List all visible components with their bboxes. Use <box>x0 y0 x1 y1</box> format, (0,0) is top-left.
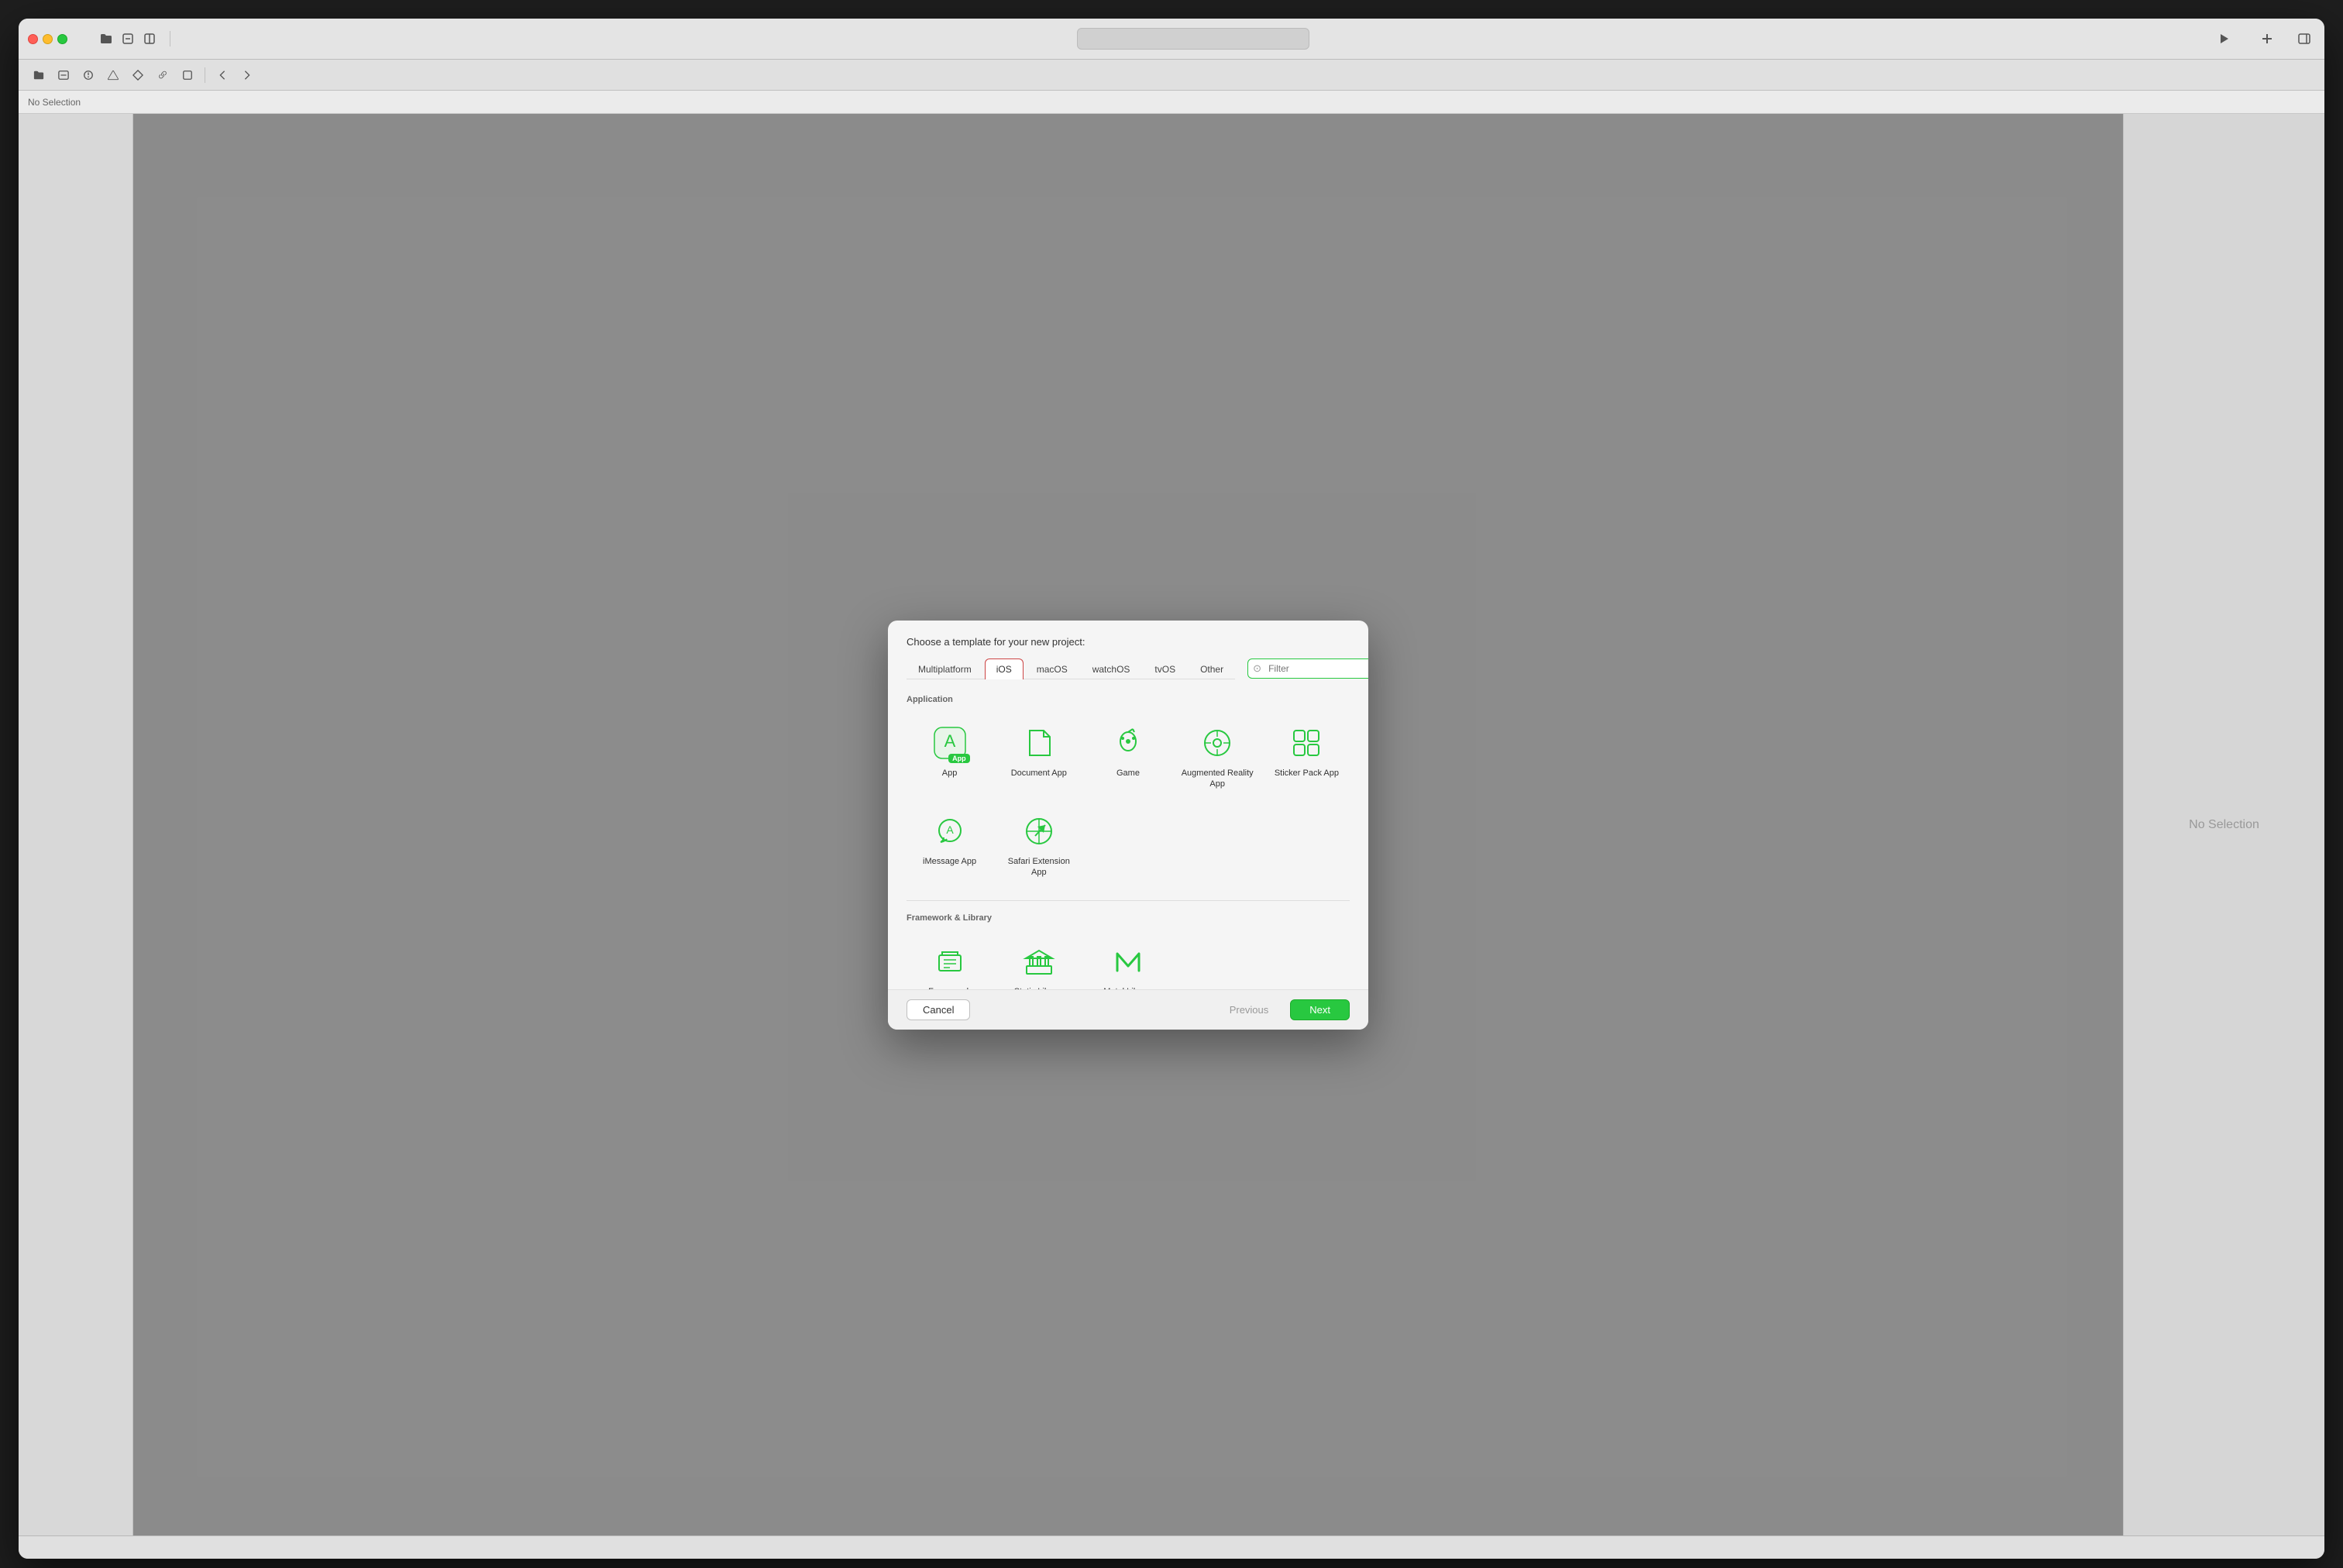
template-static-library-icon <box>1019 941 1059 982</box>
breadcrumb-text: No Selection <box>28 97 81 108</box>
template-document-app-icon <box>1019 723 1059 763</box>
warning-icon[interactable] <box>102 64 124 86</box>
next-button[interactable]: Next <box>1290 999 1350 1020</box>
template-static-library-label: Static Library <box>1014 986 1064 989</box>
app-badge: App <box>948 754 970 763</box>
tab-macos[interactable]: macOS <box>1025 658 1079 679</box>
filter-input[interactable] <box>1247 658 1368 679</box>
template-imessage-label: iMessage App <box>923 856 976 867</box>
minus-icon[interactable] <box>53 64 74 86</box>
template-safari-extension[interactable]: Safari Extension App <box>996 802 1082 888</box>
nav-back[interactable] <box>212 64 233 86</box>
close-tab-icon[interactable] <box>117 28 139 50</box>
add-button[interactable] <box>2256 28 2278 50</box>
nav-forward[interactable] <box>236 64 258 86</box>
template-imessage[interactable]: A iMessage App <box>907 802 993 888</box>
tab-ios[interactable]: iOS <box>985 658 1024 679</box>
square-icon[interactable] <box>177 64 198 86</box>
template-sticker-pack-label: Sticker Pack App <box>1275 768 1339 779</box>
tab-multiplatform[interactable]: Multiplatform <box>907 658 983 679</box>
left-sidebar <box>19 114 133 1535</box>
template-app-label: App <box>942 768 958 779</box>
minimize-button[interactable] <box>43 34 53 44</box>
template-metal-library-label: Metal Library <box>1103 986 1153 989</box>
svg-text:A: A <box>946 824 954 836</box>
template-ar-label: Augmented Reality App <box>1179 768 1256 790</box>
chain-icon[interactable] <box>152 64 174 86</box>
template-ar-icon <box>1197 723 1237 763</box>
application-section-title: Application <box>907 695 1350 704</box>
svg-text:A: A <box>944 731 955 751</box>
run-button[interactable] <box>2213 28 2235 50</box>
template-framework[interactable]: Framework <box>907 932 993 989</box>
modal-title: Choose a template for your new project: <box>907 636 1350 648</box>
framework-templates: Framework <box>907 932 1350 989</box>
modal-body: Application A <box>888 679 1368 989</box>
application-templates: A App App <box>907 714 1350 888</box>
template-framework-icon <box>930 941 970 982</box>
template-static-library[interactable]: Static Library <box>996 932 1082 989</box>
cancel-button[interactable]: Cancel <box>907 999 970 1020</box>
modal-header: Choose a template for your new project: … <box>888 621 1368 679</box>
toolbar-row2 <box>19 60 2324 91</box>
filter-search-icon: ⊙ <box>1253 662 1261 675</box>
inspector-no-selection: No Selection <box>2189 818 2259 832</box>
status-bar <box>19 1535 2324 1559</box>
breadcrumb: No Selection <box>19 91 2324 114</box>
folder-icon[interactable] <box>95 28 117 50</box>
new-project-modal: Choose a template for your new project: … <box>888 621 1368 1030</box>
tab-tvos[interactable]: tvOS <box>1143 658 1187 679</box>
template-sticker-pack[interactable]: Sticker Pack App <box>1264 714 1350 799</box>
template-safari-extension-icon <box>1019 811 1059 851</box>
template-safari-extension-label: Safari Extension App <box>1000 856 1077 879</box>
inspector-toggle[interactable] <box>2293 28 2315 50</box>
traffic-lights <box>28 34 67 44</box>
tab-watchos[interactable]: watchOS <box>1081 658 1142 679</box>
toolbar-right-icons <box>2256 28 2315 50</box>
template-sticker-pack-icon <box>1286 723 1326 763</box>
template-app[interactable]: A App App <box>907 714 993 799</box>
template-game-label: Game <box>1116 768 1140 779</box>
split-icon[interactable] <box>139 28 160 50</box>
previous-button[interactable]: Previous <box>1214 1000 1285 1020</box>
category-icon[interactable] <box>77 64 99 86</box>
close-button[interactable] <box>28 34 38 44</box>
section-divider <box>907 900 1350 901</box>
template-ar-app[interactable]: Augmented Reality App <box>1175 714 1261 799</box>
folder2-icon[interactable] <box>28 64 50 86</box>
template-app-icon: A App <box>930 723 970 763</box>
right-inspector: No Selection <box>2123 114 2324 1535</box>
template-document-app[interactable]: Document App <box>996 714 1082 799</box>
main-window: No Selection Choose a template for your … <box>19 19 2324 1559</box>
workspace: Choose a template for your new project: … <box>19 114 2324 1535</box>
modal-overlay: Choose a template for your new project: … <box>133 114 2123 1535</box>
main-content: Choose a template for your new project: … <box>133 114 2123 1535</box>
tab-other[interactable]: Other <box>1189 658 1235 679</box>
template-metal-library[interactable]: Metal Library <box>1085 932 1171 989</box>
template-game-icon <box>1108 723 1148 763</box>
template-document-app-label: Document App <box>1011 768 1067 779</box>
modal-footer: Cancel Previous Next <box>888 989 1368 1030</box>
framework-section-title: Framework & Library <box>907 913 1350 923</box>
titlebar <box>19 19 2324 59</box>
template-metal-library-icon <box>1108 941 1148 982</box>
maximize-button[interactable] <box>57 34 67 44</box>
toolbar-left-icons <box>95 28 160 50</box>
diamond-icon[interactable] <box>127 64 149 86</box>
template-imessage-icon: A <box>930 811 970 851</box>
platform-tabs: Multiplatform iOS macOS watchOS tvOS Oth… <box>907 658 1235 679</box>
template-game[interactable]: Game <box>1085 714 1171 799</box>
template-framework-label: Framework <box>928 986 971 989</box>
